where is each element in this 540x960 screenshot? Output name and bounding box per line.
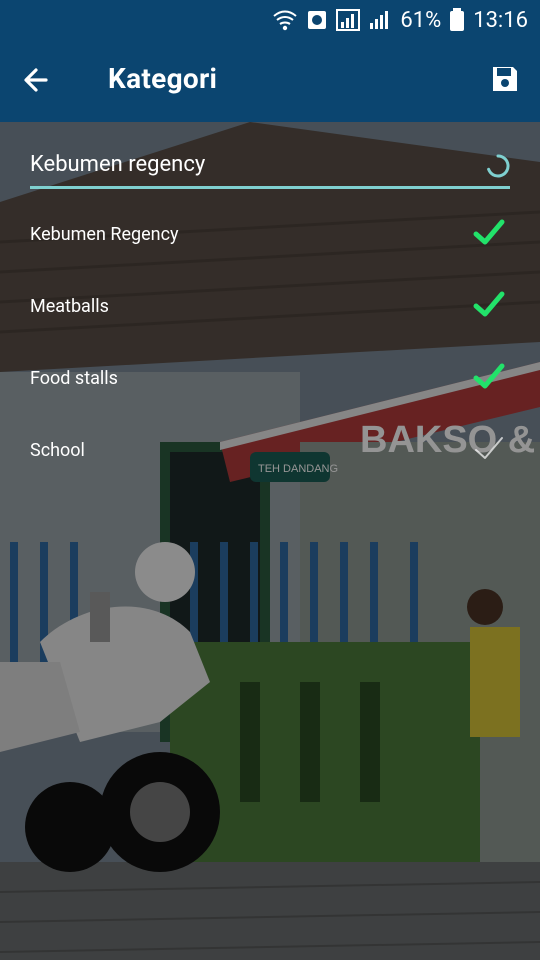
- list-item-label: Meatballs: [30, 296, 109, 317]
- list-item[interactable]: Food stalls: [0, 350, 540, 422]
- list-item-label: Kebumen Regency: [30, 224, 179, 245]
- checkmark-icon[interactable]: [472, 216, 506, 250]
- data-indicator-icon: [308, 11, 327, 29]
- save-icon[interactable]: [490, 64, 520, 94]
- list-item[interactable]: Kebumen Regency: [0, 206, 540, 278]
- app-bar: Kategori: [0, 40, 540, 122]
- signal-icon-2: [370, 11, 389, 29]
- search-field[interactable]: Kebumen regency: [30, 150, 510, 189]
- checkmark-icon[interactable]: [472, 360, 506, 394]
- status-icons: 61% 13:16: [272, 6, 528, 34]
- list-item[interactable]: Meatballs: [0, 278, 540, 350]
- list-item[interactable]: School: [0, 422, 540, 494]
- signal-icon: [336, 9, 361, 31]
- back-arrow-icon[interactable]: [18, 62, 54, 98]
- wifi-icon: [273, 10, 298, 31]
- battery-percent: 61%: [400, 7, 442, 33]
- list-item-label: Food stalls: [30, 368, 118, 389]
- status-bar: 61% 13:16: [0, 0, 540, 40]
- unchecked-mark-icon[interactable]: [472, 432, 506, 466]
- checkmark-icon[interactable]: [472, 288, 506, 322]
- list-item-label: School: [30, 440, 85, 461]
- loading-spinner-icon: [487, 154, 510, 178]
- category-list: Kebumen Regency Meatballs Food stalls Sc…: [0, 206, 540, 494]
- battery-icon: [450, 8, 465, 31]
- search-field-value: Kebumen regency: [30, 152, 206, 177]
- clock: 13:16: [473, 7, 528, 33]
- page-title: Kategori: [108, 62, 218, 95]
